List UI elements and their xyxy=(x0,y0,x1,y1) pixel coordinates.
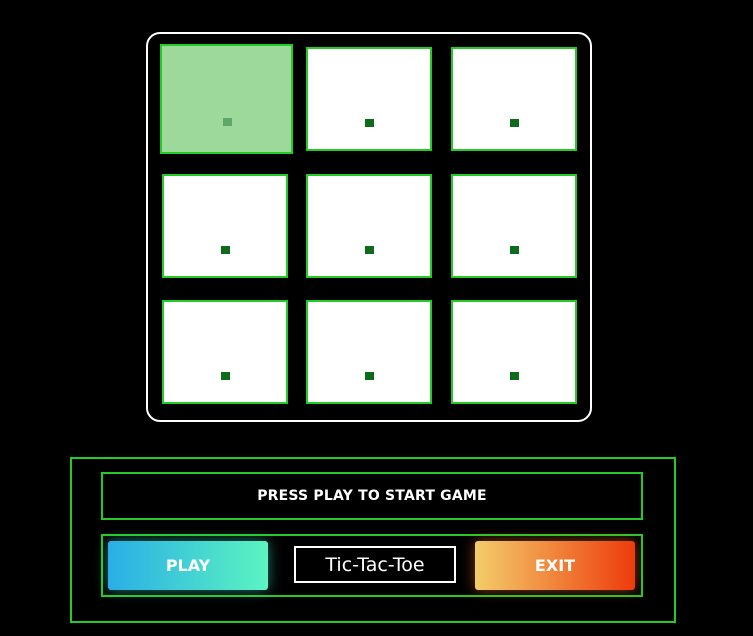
board-cell-4[interactable] xyxy=(162,174,288,278)
controls-bar: PLAY Tic-Tac-Toe EXIT xyxy=(101,534,643,597)
exit-button[interactable]: EXIT xyxy=(475,541,635,590)
status-message: PRESS PLAY TO START GAME xyxy=(257,488,487,504)
board-cell-7[interactable] xyxy=(162,300,288,404)
game-board xyxy=(146,32,592,422)
cell-marker-icon xyxy=(510,246,519,254)
game-screen: PRESS PLAY TO START GAME PLAY Tic-Tac-To… xyxy=(0,0,753,636)
control-panel: PRESS PLAY TO START GAME PLAY Tic-Tac-To… xyxy=(70,457,676,623)
cell-marker-icon xyxy=(365,372,374,380)
board-cell-2[interactable] xyxy=(306,47,432,151)
board-cell-1[interactable] xyxy=(160,44,293,154)
game-title: Tic-Tac-Toe xyxy=(294,546,456,583)
cell-marker-icon xyxy=(221,372,230,380)
cell-marker-icon xyxy=(221,246,230,254)
cell-marker-icon xyxy=(510,119,519,127)
board-cell-5[interactable] xyxy=(306,174,432,278)
cell-marker-icon xyxy=(222,118,232,126)
cell-marker-icon xyxy=(365,246,374,254)
cell-marker-icon xyxy=(510,372,519,380)
board-cell-3[interactable] xyxy=(451,47,577,151)
board-cell-8[interactable] xyxy=(306,300,432,404)
play-button[interactable]: PLAY xyxy=(108,541,268,590)
status-banner: PRESS PLAY TO START GAME xyxy=(101,472,643,520)
board-cell-6[interactable] xyxy=(451,174,577,278)
board-cell-9[interactable] xyxy=(451,300,577,404)
cell-marker-icon xyxy=(365,119,374,127)
